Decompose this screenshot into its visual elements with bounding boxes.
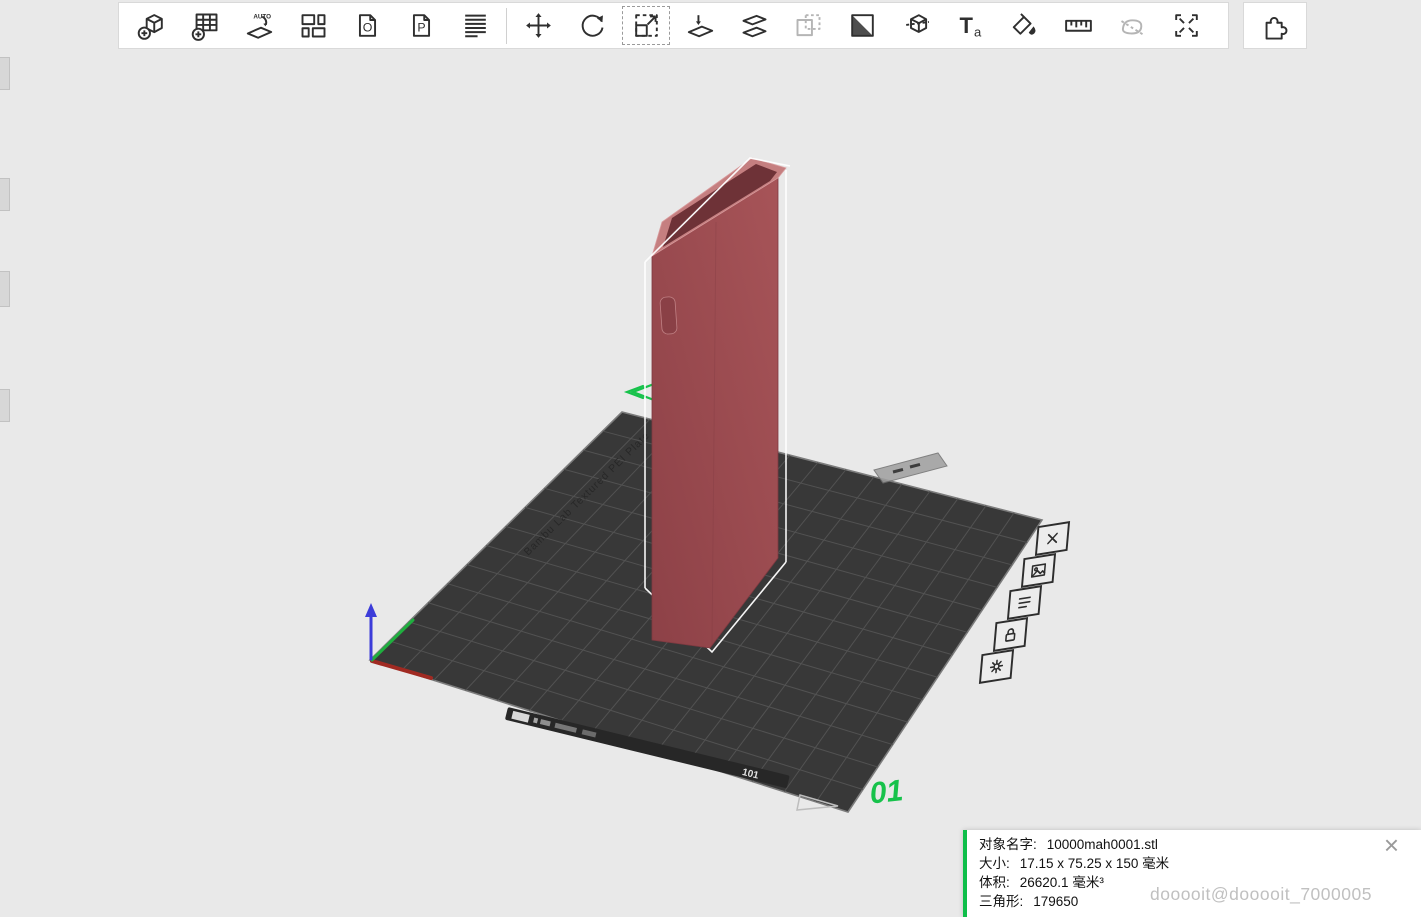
scale-icon[interactable] [619, 3, 673, 48]
arrange-icon[interactable] [286, 3, 340, 48]
text-icon[interactable]: Ta [943, 3, 997, 48]
delete-plate-icon[interactable] [1034, 521, 1071, 556]
panel-close-icon[interactable]: × [1384, 832, 1399, 858]
add-plate-icon[interactable] [178, 3, 232, 48]
plate-list-icon[interactable] [1006, 585, 1043, 620]
measure-icon[interactable] [1051, 3, 1105, 48]
split-parts-icon[interactable] [889, 3, 943, 48]
paint-icon[interactable] [997, 3, 1051, 48]
collapsed-side-tab[interactable] [0, 271, 10, 307]
plate-handle-tab [873, 452, 948, 484]
svg-text:P: P [417, 21, 425, 35]
plugin-toolbar [1243, 2, 1307, 49]
plate-settings-icon[interactable] [1020, 553, 1057, 588]
paste-icon[interactable]: P [394, 3, 448, 48]
plugin-puzzle-icon[interactable] [1249, 3, 1301, 48]
collapsed-side-tab[interactable] [0, 178, 10, 211]
cut-icon[interactable] [727, 3, 781, 48]
model-body[interactable] [651, 177, 779, 649]
info-row-object-name: 对象名字: 10000mah0001.stl [979, 837, 1158, 852]
mirror-icon[interactable] [781, 3, 835, 48]
split-objects-icon[interactable] [835, 3, 889, 48]
green-arrow-marker [623, 382, 656, 402]
lay-on-face-icon[interactable] [673, 3, 727, 48]
main-toolbar: AUTO O P Ta [118, 2, 1229, 49]
copy-icon[interactable]: O [340, 3, 394, 48]
seam-icon[interactable] [1105, 3, 1159, 48]
move-icon[interactable] [511, 3, 565, 48]
collapsed-side-tab[interactable] [0, 57, 10, 90]
plate-gear-icon[interactable] [978, 649, 1015, 684]
model-10000mah[interactable] [651, 157, 787, 649]
svg-text:O: O [362, 21, 372, 35]
layers-icon[interactable] [448, 3, 502, 48]
auto-orient-icon[interactable]: AUTO [232, 3, 286, 48]
lock-plate-icon[interactable] [992, 617, 1029, 652]
viewport-3d[interactable]: Bambu Lab Textured PEI Plate 101 01 [0, 0, 1421, 917]
svg-text:a: a [973, 25, 981, 40]
plate-number: 01 [868, 774, 905, 810]
svg-text:T: T [959, 13, 973, 38]
toolbar-divider [506, 7, 507, 44]
rotate-icon[interactable] [565, 3, 619, 48]
axis-z-arrowhead [365, 603, 377, 617]
model-port-cutout [659, 296, 678, 335]
add-object-icon[interactable] [124, 3, 178, 48]
info-row-size: 大小: 17.15 x 75.25 x 150 毫米 [979, 856, 1170, 871]
collapsed-side-tab[interactable] [0, 389, 10, 422]
assembly-icon[interactable] [1159, 3, 1213, 48]
watermark-text: dooooit@dooooit_7000005 [1150, 884, 1372, 904]
